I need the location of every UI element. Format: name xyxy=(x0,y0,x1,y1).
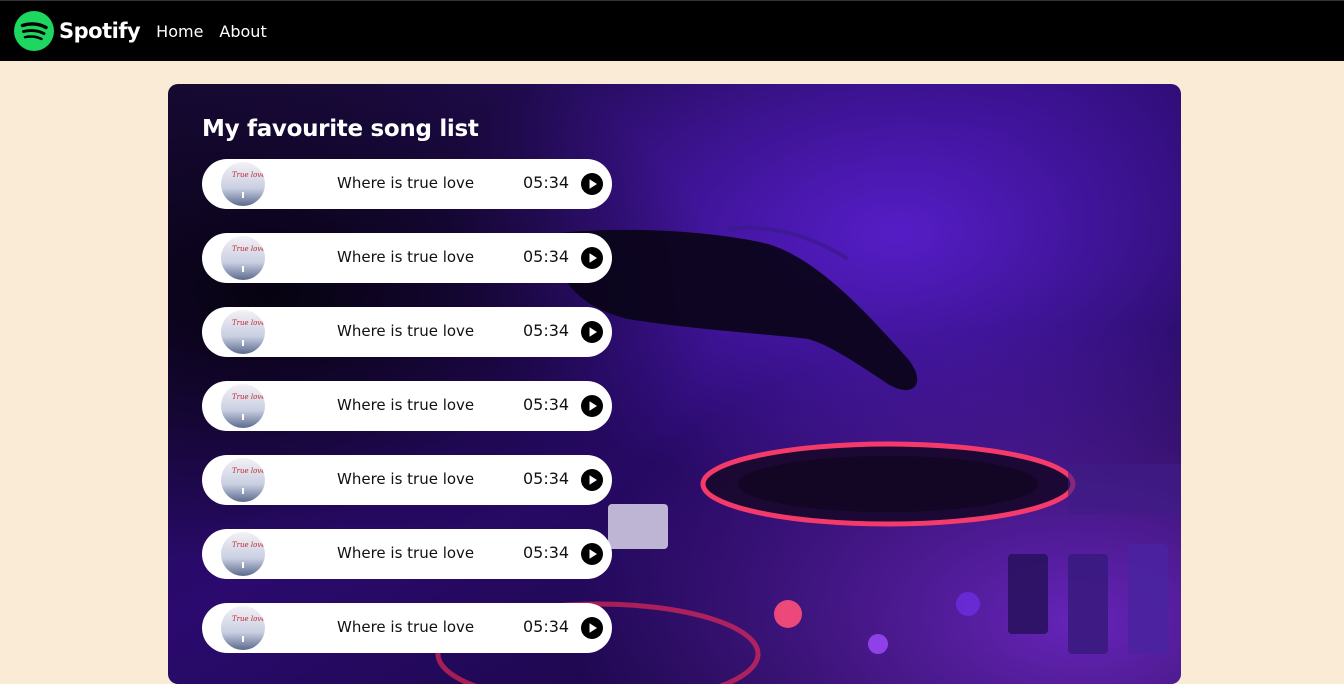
song-title: Where is true love xyxy=(337,248,475,266)
play-circle-icon[interactable] xyxy=(581,543,603,565)
play-circle-icon[interactable] xyxy=(581,395,603,417)
song-cover-image: True love xyxy=(221,458,265,502)
song-cover-image: True love xyxy=(221,384,265,428)
spotify-logo-icon xyxy=(14,11,54,51)
song-duration: 05:34 xyxy=(523,469,570,488)
song-title: Where is true love xyxy=(337,396,475,414)
song-title: Where is true love xyxy=(337,174,475,192)
song-list: True love Where is true love 05:34 True … xyxy=(202,159,612,677)
song-cover-text: True love xyxy=(232,171,265,179)
song-title: Where is true love xyxy=(337,322,475,340)
song-title: Where is true love xyxy=(337,470,475,488)
song-item-3[interactable]: True love Where is true love 05:34 xyxy=(202,307,612,357)
top-navbar: Spotify Home About xyxy=(0,0,1344,61)
nav-link-home[interactable]: Home xyxy=(156,22,203,41)
song-duration: 05:34 xyxy=(523,543,570,562)
brand-link[interactable]: Spotify xyxy=(14,11,141,51)
song-cover-text: True love xyxy=(232,541,265,549)
song-item-6[interactable]: True love Where is true love 05:34 xyxy=(202,529,612,579)
song-duration: 05:34 xyxy=(523,247,570,266)
brand-name: Spotify xyxy=(59,19,141,43)
song-item-2[interactable]: True love Where is true love 05:34 xyxy=(202,233,612,283)
song-item-4[interactable]: True love Where is true love 05:34 xyxy=(202,381,612,431)
song-cover-text: True love xyxy=(232,245,265,253)
nav-link-about[interactable]: About xyxy=(219,22,266,41)
song-cover-image: True love xyxy=(221,532,265,576)
song-cover-image: True love xyxy=(221,310,265,354)
song-cover-text: True love xyxy=(232,467,265,475)
song-item-1[interactable]: True love Where is true love 05:34 xyxy=(202,159,612,209)
song-title: Where is true love xyxy=(337,544,475,562)
song-duration: 05:34 xyxy=(523,395,570,414)
page-title: My favourite song list xyxy=(202,116,479,142)
song-title: Where is true love xyxy=(337,618,475,636)
song-duration: 05:34 xyxy=(523,617,570,636)
song-item-7[interactable]: True love Where is true love 05:34 xyxy=(202,603,612,653)
song-cover-text: True love xyxy=(232,319,265,327)
play-circle-icon[interactable] xyxy=(581,321,603,343)
song-list-panel: My favourite song list True love Where i… xyxy=(168,84,1181,684)
song-item-5[interactable]: True love Where is true love 05:34 xyxy=(202,455,612,505)
play-circle-icon[interactable] xyxy=(581,247,603,269)
song-cover-text: True love xyxy=(232,615,265,623)
play-circle-icon[interactable] xyxy=(581,617,603,639)
song-cover-image: True love xyxy=(221,236,265,280)
song-duration: 05:34 xyxy=(523,321,570,340)
song-cover-image: True love xyxy=(221,606,265,650)
play-circle-icon[interactable] xyxy=(581,469,603,491)
song-cover-image: True love xyxy=(221,162,265,206)
song-cover-text: True love xyxy=(232,393,265,401)
song-duration: 05:34 xyxy=(523,173,570,192)
play-circle-icon[interactable] xyxy=(581,173,603,195)
